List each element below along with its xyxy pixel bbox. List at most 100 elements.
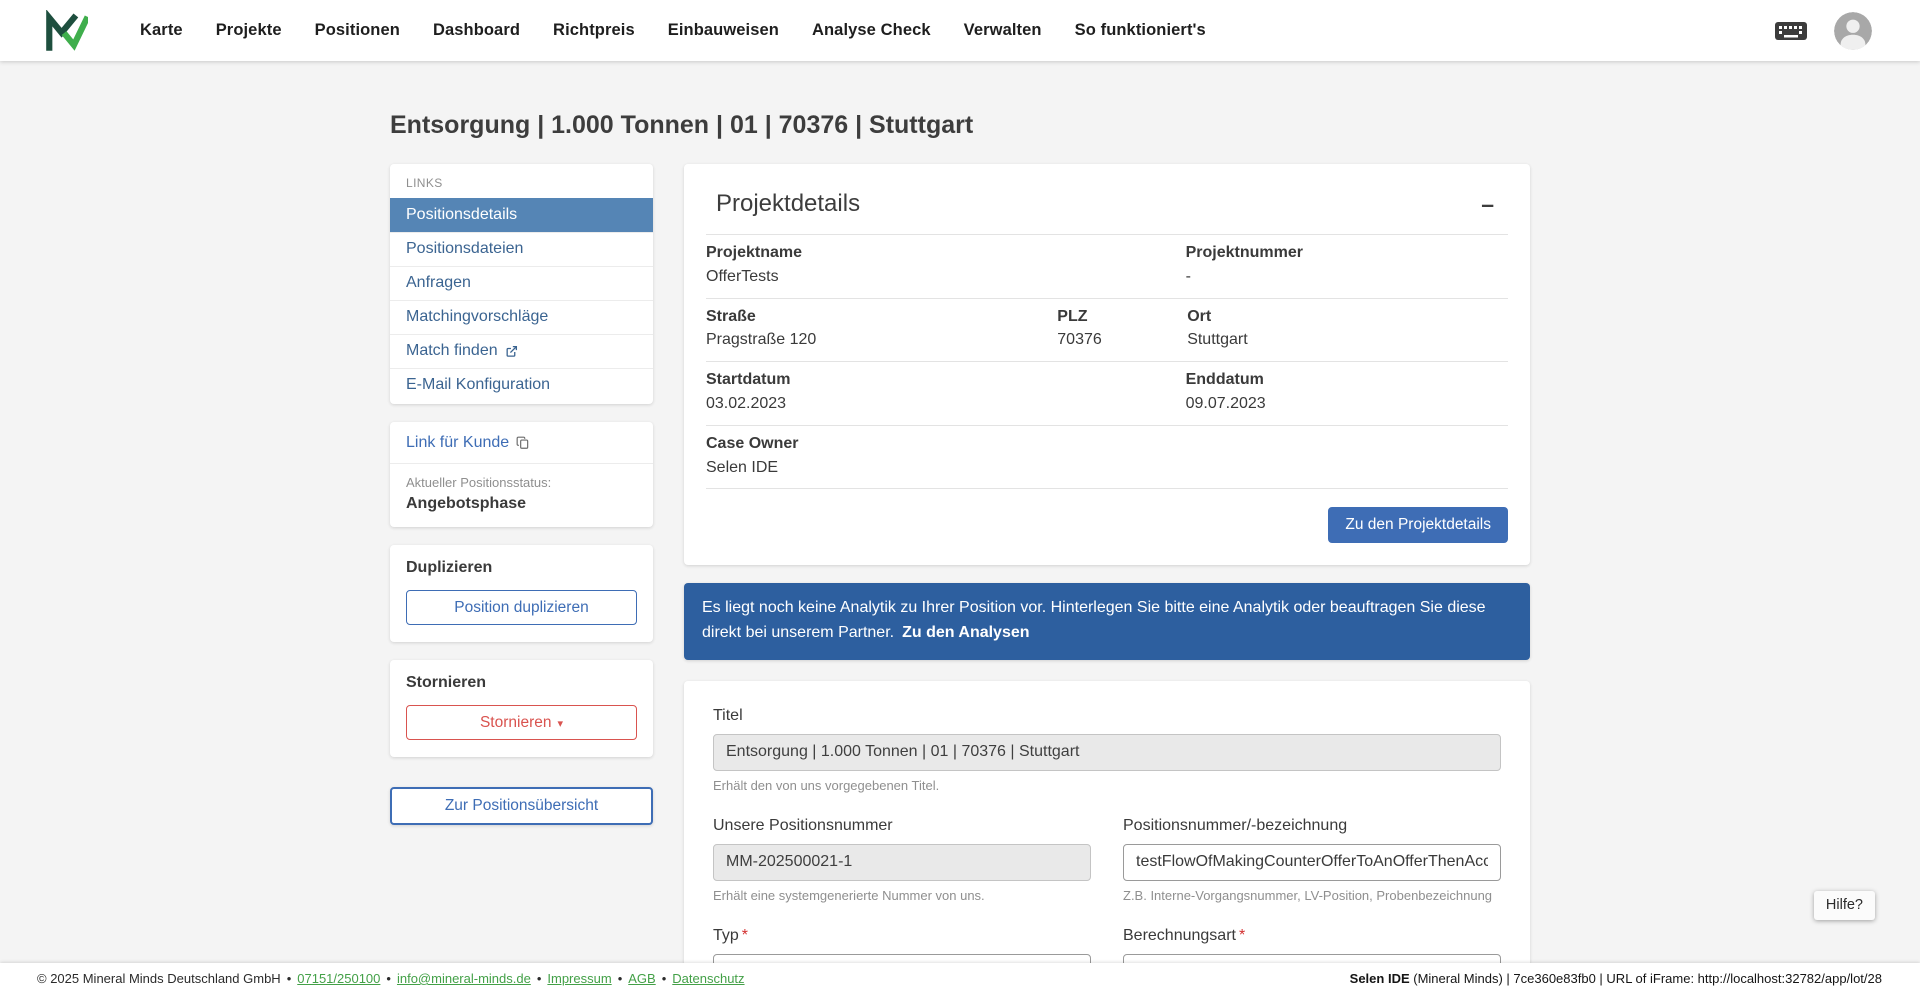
nav-item-richtpreis[interactable]: Richtpreis xyxy=(553,21,635,40)
top-navbar: Karte Projekte Positionen Dashboard Rich… xyxy=(0,0,1920,61)
titel-group: Titel Erhält den von uns vorgegebenen Ti… xyxy=(713,707,1501,793)
our-position-number-helper: Erhält eine systemgenerierte Nummer von … xyxy=(713,887,985,903)
project-details-card: Projektdetails – Projektname OfferTests … xyxy=(684,164,1530,566)
sidebar-item-match-finden[interactable]: Match finden xyxy=(390,334,653,368)
sidebar-item-positionsdetails[interactable]: Positionsdetails xyxy=(390,198,653,232)
sidebar-item-matchingvorschlaege[interactable]: Matchingvorschläge xyxy=(390,300,653,334)
field-case-owner: Case Owner Selen IDE xyxy=(706,434,1508,479)
our-position-number-label: Unsere Positionsnummer xyxy=(713,816,893,834)
field-value: Selen IDE xyxy=(706,458,779,476)
status-card: Link für Kunde Aktueller Positionsstatus… xyxy=(390,422,653,527)
cancel-button-label: Stornieren xyxy=(479,713,552,731)
sidebar-item-label: Positionsdetails xyxy=(406,206,518,223)
field-label: Startdatum xyxy=(706,371,791,389)
footer-phone-link[interactable]: 07151/250100 xyxy=(297,971,380,986)
customer-link[interactable]: Link für Kunde xyxy=(406,434,530,452)
nav-item-positionen[interactable]: Positionen xyxy=(315,21,400,40)
field-label: Enddatum xyxy=(1185,371,1264,389)
keyboard-icon[interactable] xyxy=(1774,21,1808,41)
titel-helper: Erhält den von uns vorgegebenen Titel. xyxy=(713,777,940,793)
separator-dot: • xyxy=(661,971,667,986)
table-row: Startdatum 03.02.2023 Enddatum 09.07.202… xyxy=(706,362,1508,426)
position-status-block: Aktueller Positionsstatus: Angebotsphase xyxy=(390,464,653,527)
nav-item-einbauweisen[interactable]: Einbauweisen xyxy=(668,21,779,40)
page-title: Entsorgung | 1.000 Tonnen | 01 | 70376 |… xyxy=(390,111,974,139)
field-value: - xyxy=(1185,267,1191,285)
footer-agb-link[interactable]: AGB xyxy=(628,971,655,986)
required-asterisk: * xyxy=(741,926,749,944)
sidebar-item-email-konfiguration[interactable]: E-Mail Konfiguration xyxy=(390,368,653,402)
footer-session-info: Selen IDE (Mineral Minds) | 7ce360e83fb0… xyxy=(1350,971,1882,986)
user-avatar[interactable] xyxy=(1834,11,1872,50)
nav-item-verwalten[interactable]: Verwalten xyxy=(964,21,1042,40)
nav-item-so-funktionierts[interactable]: So funktioniert's xyxy=(1075,21,1206,40)
chevron-down-icon: ▾ xyxy=(557,717,564,730)
field-label: PLZ xyxy=(1057,307,1088,325)
field-label: Projektname xyxy=(706,244,803,261)
berechnungsart-label: Berechnungsart * xyxy=(1123,926,1246,944)
position-status-value: Angebotsphase xyxy=(406,495,527,512)
field-value: 70376 xyxy=(1057,331,1102,349)
help-button[interactable]: Hilfe? xyxy=(1813,891,1875,920)
separator-dot: • xyxy=(536,971,542,986)
field-value: Stuttgart xyxy=(1187,331,1248,349)
project-details-title: Projektdetails xyxy=(716,190,861,217)
position-number-input[interactable] xyxy=(1123,843,1501,881)
separator-dot: • xyxy=(386,971,391,986)
position-status-label: Aktueller Positionsstatus: xyxy=(406,475,552,490)
separator-dot: • xyxy=(617,971,623,986)
required-asterisk: * xyxy=(1238,926,1246,944)
nav-item-karte[interactable]: Karte xyxy=(140,21,183,40)
footer-links: © 2025 Mineral Minds Deutschland GmbH • … xyxy=(37,971,745,986)
links-header: LINKS xyxy=(406,176,443,190)
field-strasse: Straße Pragstraße 120 xyxy=(706,307,1057,352)
duplicate-header: Duplizieren xyxy=(406,559,493,576)
field-projektname: Projektname OfferTests xyxy=(706,243,1186,288)
external-link-icon xyxy=(505,345,518,358)
cancel-position-button[interactable]: Stornieren ▾ xyxy=(406,705,637,740)
customer-link-row: Link für Kunde xyxy=(390,422,653,464)
cancel-card: Stornieren Stornieren ▾ xyxy=(390,660,653,757)
field-label: Projektnummer xyxy=(1185,244,1303,261)
nav-item-projekte[interactable]: Projekte xyxy=(216,21,282,40)
sidebar-item-label: Match finden xyxy=(406,342,498,359)
field-enddatum: Enddatum 09.07.2023 xyxy=(1186,370,1508,415)
footer-email-link[interactable]: info@mineral-minds.de xyxy=(397,971,531,986)
collapse-minus-icon[interactable]: – xyxy=(1477,192,1498,216)
links-card: LINKS Positionsdetails Positionsdateien … xyxy=(390,164,653,404)
nav-item-dashboard[interactable]: Dashboard xyxy=(433,21,520,40)
sidebar-item-positionsdateien[interactable]: Positionsdateien xyxy=(390,232,653,266)
footer-session-details: (Mineral Minds) | 7ce360e83fb0 | URL of … xyxy=(1409,971,1882,986)
duplicate-position-button[interactable]: Position duplizieren xyxy=(406,590,637,625)
position-overview-button[interactable]: Zur Positionsübersicht xyxy=(390,787,653,825)
typ-label: Typ * xyxy=(713,926,749,944)
footer-datenschutz-link[interactable]: Datenschutz xyxy=(672,971,744,986)
main-content: Projektdetails – Projektname OfferTests … xyxy=(684,164,1530,994)
position-number-helper: Z.B. Interne-Vorgangsnummer, LV-Position… xyxy=(1123,887,1493,903)
footer-impressum-link[interactable]: Impressum xyxy=(547,971,611,986)
logo-m-icon xyxy=(46,9,88,51)
go-to-analyses-link[interactable]: Zu den Analysen xyxy=(902,624,1029,641)
field-label: Straße xyxy=(706,307,756,325)
table-row: Straße Pragstraße 120 PLZ 70376 Ort Stut… xyxy=(706,299,1508,363)
sidebar: LINKS Positionsdetails Positionsdateien … xyxy=(390,164,653,825)
field-value: 03.02.2023 xyxy=(706,394,787,412)
position-form-card: Titel Erhält den von uns vorgegebenen Ti… xyxy=(684,680,1530,994)
mineral-minds-logo[interactable] xyxy=(44,9,88,52)
sidebar-item-anfragen[interactable]: Anfragen xyxy=(390,266,653,300)
separator-dot: • xyxy=(286,971,292,986)
field-label: Ort xyxy=(1187,307,1212,325)
analytics-info-banner: Es liegt noch keine Analytik zu Ihrer Po… xyxy=(684,583,1530,660)
sidebar-item-label: Matchingvorschläge xyxy=(406,308,549,325)
field-value: OfferTests xyxy=(706,267,779,285)
go-to-project-details-button[interactable]: Zu den Projektdetails xyxy=(1328,507,1508,544)
our-position-number-input xyxy=(713,843,1091,881)
sidebar-item-label: Positionsdateien xyxy=(406,240,524,257)
cancel-header: Stornieren xyxy=(406,674,487,691)
nav-item-analyse-check[interactable]: Analyse Check xyxy=(812,21,931,40)
field-plz: PLZ 70376 xyxy=(1057,307,1187,352)
footer-user-name: Selen IDE xyxy=(1349,971,1410,986)
banner-text: Es liegt noch keine Analytik zu Ihrer Po… xyxy=(702,599,1486,642)
field-value: Pragstraße 120 xyxy=(706,331,817,349)
titel-input xyxy=(713,733,1501,771)
